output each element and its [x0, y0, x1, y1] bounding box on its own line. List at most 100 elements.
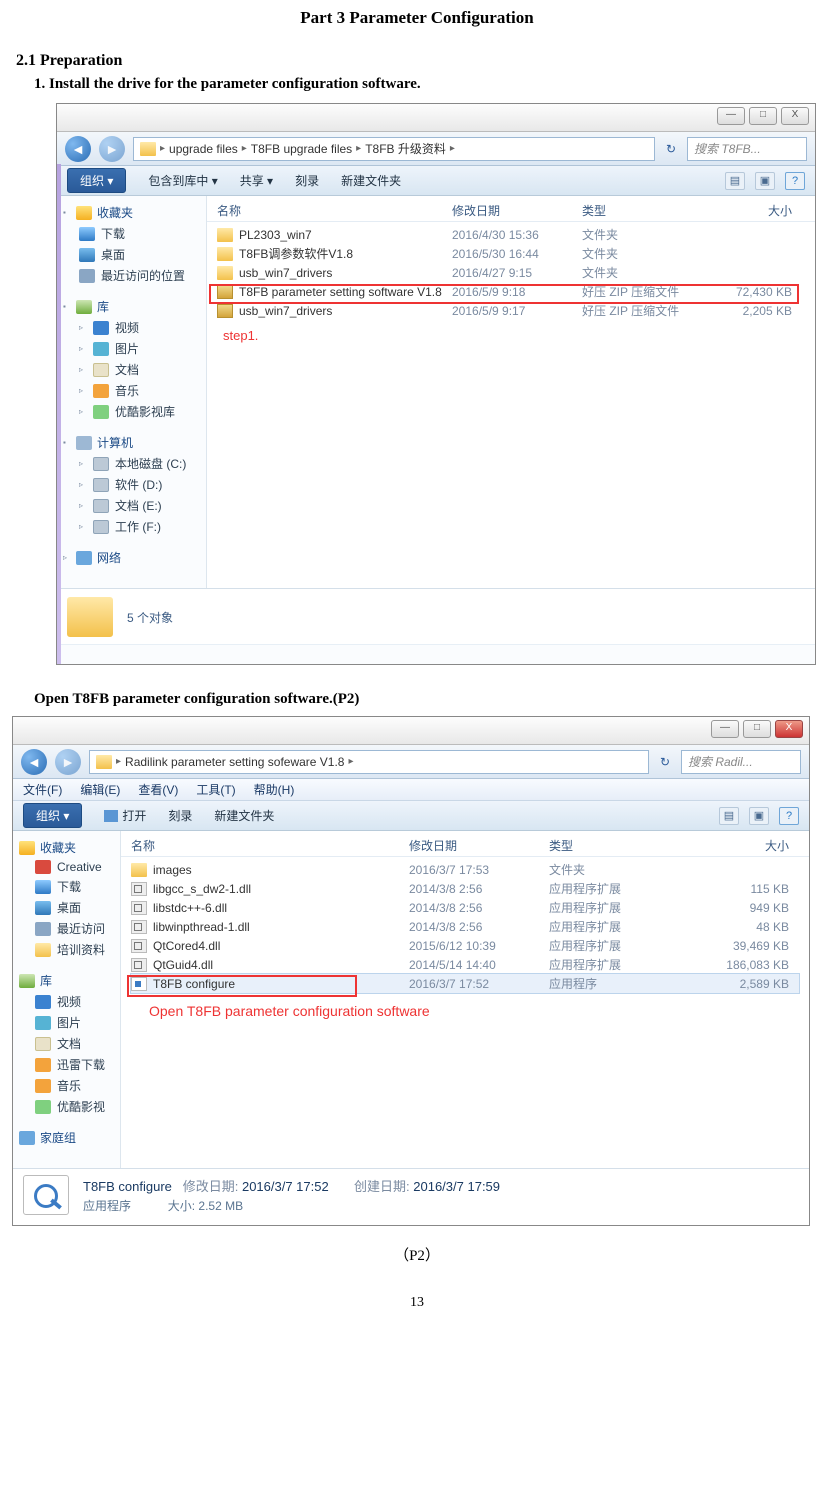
search-input[interactable]: 搜索 T8FB...: [687, 137, 807, 161]
nav-back-button[interactable]: ◄: [21, 749, 47, 775]
help-button[interactable]: ?: [785, 172, 805, 190]
folder-icon: [67, 597, 113, 637]
sidebar-item[interactable]: ▹软件 (D:): [57, 474, 206, 495]
preview-button[interactable]: ▣: [749, 807, 769, 825]
folder-icon: [96, 755, 112, 769]
dll-icon: [131, 920, 147, 934]
col-type[interactable]: 类型: [549, 837, 699, 854]
breadcrumb-item[interactable]: upgrade files: [169, 142, 238, 156]
burn-button[interactable]: 刻录: [168, 807, 192, 824]
newfolder-button[interactable]: 新建文件夹: [214, 807, 274, 824]
col-name[interactable]: 名称: [217, 202, 452, 219]
sidebar-item[interactable]: 音乐: [13, 1075, 120, 1096]
burn-button[interactable]: 刻录: [295, 172, 319, 189]
sidebar-item[interactable]: 视频: [13, 991, 120, 1012]
menu-help[interactable]: 帮助(H): [254, 781, 295, 798]
sidebar-item[interactable]: ▹视频: [57, 317, 206, 338]
minimize-button[interactable]: —: [711, 720, 739, 738]
sidebar-item[interactable]: 图片: [13, 1012, 120, 1033]
menubar: 文件(F) 编辑(E) 查看(V) 工具(T) 帮助(H): [13, 779, 809, 801]
sidebar-item[interactable]: 优酷影视: [13, 1096, 120, 1117]
sidebar-item[interactable]: 桌面: [57, 244, 206, 265]
share-button[interactable]: 共享 ▾: [240, 172, 273, 189]
libraries-header[interactable]: ▪库: [57, 296, 206, 317]
file-row[interactable]: libwinpthread-1.dll2014/3/8 2:56应用程序扩展48…: [131, 917, 799, 936]
highlight-step1: [209, 284, 799, 304]
folder-icon: [140, 142, 156, 156]
libraries-header[interactable]: 库: [13, 970, 120, 991]
explorer-window-1: — □ X ◄ ► ▸ upgrade files▸ T8FB upgrade …: [56, 103, 816, 665]
breadcrumb-item[interactable]: Radilink parameter setting sofeware V1.8: [125, 755, 344, 769]
col-type[interactable]: 类型: [582, 202, 712, 219]
sidebar-item[interactable]: ▹文档 (E:): [57, 495, 206, 516]
sidebar-item[interactable]: ▹图片: [57, 338, 206, 359]
newfolder-button[interactable]: 新建文件夹: [341, 172, 401, 189]
refresh-icon[interactable]: ↻: [657, 755, 673, 769]
nav-forward-button[interactable]: ►: [55, 749, 81, 775]
breadcrumb[interactable]: ▸ Radilink parameter setting sofeware V1…: [89, 750, 649, 774]
breadcrumb[interactable]: ▸ upgrade files▸ T8FB upgrade files▸ T8F…: [133, 137, 655, 161]
include-button[interactable]: 包含到库中 ▾: [148, 172, 217, 189]
homegroup-header[interactable]: 家庭组: [13, 1127, 120, 1148]
organize-button[interactable]: 组织 ▾: [23, 803, 82, 828]
file-row[interactable]: T8FB调参数软件V1.82016/5/30 16:44文件夹: [217, 244, 805, 263]
help-button[interactable]: ?: [779, 807, 799, 825]
col-size[interactable]: 大小: [699, 837, 799, 854]
refresh-icon[interactable]: ↻: [663, 142, 679, 156]
file-row[interactable]: usb_win7_drivers2016/4/27 9:15文件夹: [217, 263, 805, 282]
dll-icon: [131, 901, 147, 915]
sidebar-item[interactable]: 迅雷下载: [13, 1054, 120, 1075]
col-date[interactable]: 修改日期: [409, 837, 549, 854]
sidebar-item[interactable]: ▹优酷影视库: [57, 401, 206, 422]
sidebar-item[interactable]: ▹工作 (F:): [57, 516, 206, 537]
search-input[interactable]: 搜索 Radil...: [681, 750, 801, 774]
file-row[interactable]: images2016/3/7 17:53文件夹: [131, 860, 799, 879]
sidebar-item[interactable]: ▹文档: [57, 359, 206, 380]
file-row[interactable]: libstdc++-6.dll2014/3/8 2:56应用程序扩展949 KB: [131, 898, 799, 917]
sidebar-item[interactable]: ▹本地磁盘 (C:): [57, 453, 206, 474]
nav-back-button[interactable]: ◄: [65, 136, 91, 162]
close-button[interactable]: X: [781, 107, 809, 125]
menu-edit[interactable]: 编辑(E): [80, 781, 120, 798]
favorites-header[interactable]: 收藏夹: [13, 837, 120, 858]
sidebar-item[interactable]: 下载: [57, 223, 206, 244]
sidebar-item[interactable]: 最近访问的位置: [57, 265, 206, 286]
sidebar-item[interactable]: 下载: [13, 876, 120, 897]
col-name[interactable]: 名称: [131, 837, 409, 854]
minimize-button[interactable]: —: [717, 107, 745, 125]
close-button[interactable]: X: [775, 720, 803, 738]
sidebar-item[interactable]: 文档: [13, 1033, 120, 1054]
sidebar-item[interactable]: 最近访问: [13, 918, 120, 939]
toolbar: 组织 ▾ 包含到库中 ▾ 共享 ▾ 刻录 新建文件夹 ▤ ▣ ?: [57, 166, 815, 196]
maximize-button[interactable]: □: [743, 720, 771, 738]
sidebar-item[interactable]: 培训资料: [13, 939, 120, 960]
file-row[interactable]: PL2303_win72016/4/30 15:36文件夹: [217, 225, 805, 244]
view-button[interactable]: ▤: [719, 807, 739, 825]
details-filename: T8FB configure: [83, 1179, 172, 1194]
nav-forward-button[interactable]: ►: [99, 136, 125, 162]
menu-file[interactable]: 文件(F): [23, 781, 62, 798]
col-date[interactable]: 修改日期: [452, 202, 582, 219]
col-size[interactable]: 大小: [712, 202, 802, 219]
breadcrumb-item[interactable]: T8FB upgrade files: [251, 142, 352, 156]
preview-button[interactable]: ▣: [755, 172, 775, 190]
column-headers[interactable]: 名称 修改日期 类型 大小: [207, 196, 815, 222]
view-button[interactable]: ▤: [725, 172, 745, 190]
breadcrumb-item[interactable]: T8FB 升级资料: [365, 140, 446, 157]
sidebar-item[interactable]: ▹音乐: [57, 380, 206, 401]
organize-button[interactable]: 组织 ▾: [67, 168, 126, 193]
column-headers[interactable]: 名称 修改日期 类型 大小: [121, 831, 809, 857]
menu-view[interactable]: 查看(V): [138, 781, 178, 798]
explorer-window-2: — □ X ◄ ► ▸ Radilink parameter setting s…: [12, 716, 810, 1226]
menu-tools[interactable]: 工具(T): [196, 781, 235, 798]
network-header[interactable]: ▹网络: [57, 547, 206, 568]
sidebar-item[interactable]: 桌面: [13, 897, 120, 918]
sidebar-item[interactable]: Creative: [13, 858, 120, 876]
open-button[interactable]: 打开: [104, 807, 146, 824]
maximize-button[interactable]: □: [749, 107, 777, 125]
favorites-header[interactable]: ▪收藏夹: [57, 202, 206, 223]
file-row[interactable]: QtGuid4.dll2014/5/14 14:40应用程序扩展186,083 …: [131, 955, 799, 974]
file-row[interactable]: libgcc_s_dw2-1.dll2014/3/8 2:56应用程序扩展115…: [131, 879, 799, 898]
file-row[interactable]: QtCored4.dll2015/6/12 10:39应用程序扩展39,469 …: [131, 936, 799, 955]
computer-header[interactable]: ▪计算机: [57, 432, 206, 453]
